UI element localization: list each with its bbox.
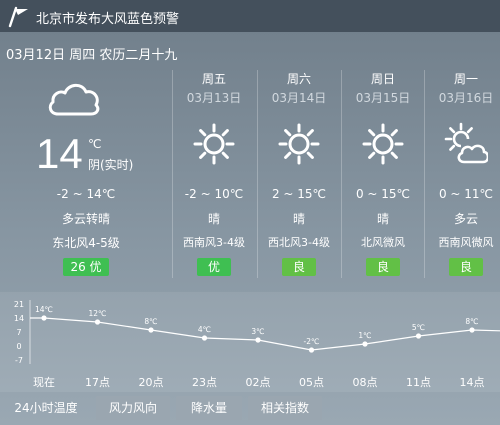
weather-alert-bar[interactable]: 北京市发布大风蓝色预警 (0, 0, 500, 32)
forecast-weekday: 周六 (286, 72, 311, 86)
temperature-point (469, 327, 475, 333)
temperature-line (30, 317, 500, 351)
forecast-day[interactable]: 周一 03月16日 0 ~ 11℃ 多云 西南风微风 良 (424, 70, 500, 280)
tab-precipitation[interactable]: 降水量 (176, 396, 242, 420)
forecast-temp-range: 2 ~ 15℃ (271, 187, 327, 201)
tab-wind[interactable]: 风力风向 (96, 396, 170, 420)
x-tick-label: 17点 (85, 376, 110, 389)
y-tick-label: 21 (14, 300, 24, 309)
partly-cloudy-icon (444, 122, 488, 164)
sun-icon (362, 123, 404, 165)
forecast-date: 03月16日 (438, 91, 494, 105)
forecast-weekday: 周一 (453, 72, 478, 86)
temperature-point (148, 327, 154, 333)
today-temp-range: -2 ~ 14℃ (56, 187, 116, 201)
forecast-wind: 西北风3-4级 (268, 236, 330, 249)
warning-flag-icon (8, 6, 28, 28)
x-tick-label: 现在 (33, 376, 55, 389)
x-tick-label: 14点 (460, 376, 485, 389)
today-aqi-badge: 26 优 (63, 258, 109, 276)
x-tick-label: 20点 (139, 376, 164, 389)
x-tick-label: 11点 (406, 376, 431, 389)
temperature-label: -2℃ (304, 337, 320, 346)
x-tick-label: 02点 (246, 376, 271, 389)
forecast-date: 03月15日 (355, 91, 411, 105)
temperature-label: 12℃ (89, 309, 107, 318)
forecast-condition: 晴 (376, 212, 389, 226)
y-tick-label: 14 (14, 314, 24, 323)
forecast-day[interactable]: 周五 03月13日 -2 ~ 10℃ 晴 西南风3-4级 优 (172, 70, 256, 280)
y-tick-label: 7 (16, 328, 21, 337)
temperature-point (201, 335, 208, 341)
temperature-label: 1℃ (358, 331, 371, 340)
y-tick-label: 0 (16, 342, 21, 351)
forecast-wind: 西南风微风 (438, 236, 494, 249)
forecast-wind: 北风微风 (361, 236, 405, 249)
forecast-condition: 晴 (207, 212, 220, 226)
temperature-point (308, 347, 315, 353)
temperature-point (415, 333, 422, 339)
forecast-weekday: 周五 (201, 72, 226, 86)
alert-text: 北京市发布大风蓝色预警 (36, 12, 180, 27)
forecast-temp-range: 0 ~ 15℃ (355, 187, 411, 201)
temperature-unit: ℃ (88, 137, 102, 151)
temperature-label: 3℃ (251, 327, 264, 336)
temperature-point (362, 341, 368, 347)
forecast-weekday: 周日 (370, 72, 395, 86)
weather-widget: 北京市发布大风蓝色预警 03月12日 周四 农历二月十九 14 ℃ 阴(实时) … (0, 0, 500, 425)
tab-indices[interactable]: 相关指数 (248, 396, 322, 420)
temperature-point (41, 315, 47, 321)
forecast-condition: 晴 (292, 212, 305, 226)
forecast-aqi-badge: 良 (282, 258, 316, 276)
forecast-aqi-badge: 优 (197, 258, 231, 276)
cloud-icon (48, 83, 100, 116)
temperature-point (255, 337, 261, 343)
sun-icon (193, 123, 235, 165)
forecast-temp-range: 0 ~ 11℃ (438, 187, 494, 201)
forecast-aqi-badge: 良 (366, 258, 400, 276)
forecast-temp-range: -2 ~ 10℃ (184, 187, 244, 201)
current-date: 03月12日 周四 农历二月十九 (6, 48, 178, 63)
forecast-date: 03月13日 (186, 91, 242, 105)
temperature-label: 8℃ (465, 317, 478, 326)
y-tick-label: -7 (15, 356, 23, 365)
forecast-aqi-badge: 良 (449, 258, 483, 276)
current-temperature: 14 (36, 130, 83, 177)
temperature-label: 14℃ (35, 305, 53, 314)
today-weather: 14 ℃ 阴(实时) -2 ~ 14℃ 多云转晴 东北风4-5级 26 优 (0, 70, 172, 280)
x-tick-label: 23点 (192, 376, 217, 389)
forecast-day[interactable]: 周日 03月15日 0 ~ 15℃ 晴 北风微风 良 (341, 70, 425, 280)
current-condition: 阴(实时) (88, 158, 134, 172)
forecast-wind: 西南风3-4级 (183, 236, 245, 249)
x-tick-label: 08点 (353, 376, 378, 389)
tab-24h-temperature[interactable]: 24小时温度 (4, 396, 88, 420)
forecast-condition: 多云 (453, 212, 478, 226)
chart-tabs: 24小时温度 风力风向 降水量 相关指数 (0, 396, 500, 425)
today-condition: 多云转晴 (61, 212, 110, 226)
temperature-label: 8℃ (144, 317, 157, 326)
sun-icon (278, 123, 320, 165)
forecast-date: 03月14日 (271, 91, 327, 105)
temperature-label: 4℃ (198, 325, 211, 334)
forecast-day[interactable]: 周六 03月14日 2 ~ 15℃ 晴 西北风3-4级 良 (257, 70, 341, 280)
temperature-chart: 21 14 7 0 -7 14℃ 现在 12℃ 17点 8℃ 20点 4℃ 23点 3℃ 02点 -2℃ 05点… (14, 300, 500, 389)
today-wind: 东北风4-5级 (52, 236, 120, 250)
temperature-label: 5℃ (412, 323, 425, 332)
x-tick-label: 05点 (299, 376, 324, 389)
temperature-point (94, 319, 101, 325)
